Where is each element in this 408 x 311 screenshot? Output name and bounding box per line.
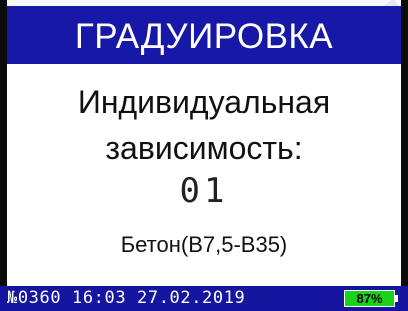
- frame-right: [401, 0, 408, 311]
- battery-tip: [395, 295, 398, 302]
- dependency-label-line1: Индивидуальная: [77, 84, 331, 120]
- dependency-label-line2: зависимость:: [105, 130, 303, 166]
- frame-left: [0, 0, 7, 311]
- device-screen: ГРАДУИРОВКА Индивидуальная зависимость: …: [0, 0, 408, 311]
- dependency-number: 01: [179, 171, 229, 211]
- content-area: Индивидуальная зависимость: 01 Бетон(В7,…: [7, 64, 401, 286]
- status-info: №0360 16:03 27.02.2019: [7, 288, 246, 308]
- screen-header: ГРАДУИРОВКА: [7, 6, 401, 64]
- battery-level: 87%: [356, 291, 383, 306]
- status-bar: №0360 16:03 27.02.2019 87%: [0, 286, 408, 311]
- material-label: Бетон(В7,5-В35): [120, 232, 288, 257]
- battery-icon: 87%: [344, 290, 395, 307]
- header-title: ГРАДУИРОВКА: [74, 16, 334, 56]
